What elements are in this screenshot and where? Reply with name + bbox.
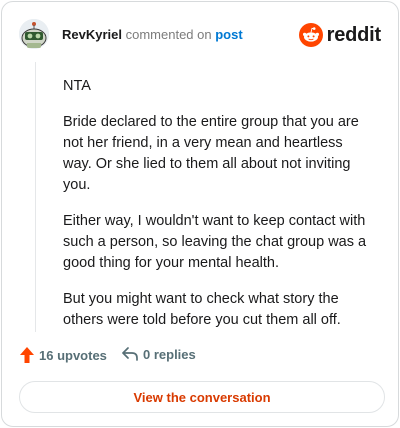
reply-arrow-icon bbox=[122, 347, 138, 361]
view-conversation-button[interactable]: View the conversation bbox=[19, 381, 385, 413]
upvote-button[interactable]: 16 upvotes bbox=[19, 346, 107, 364]
action-text: commented on bbox=[125, 27, 212, 42]
reply-button[interactable]: 0 replies bbox=[121, 346, 196, 362]
username-link[interactable]: RevKyriel bbox=[62, 27, 122, 42]
upvote-count: 16 upvotes bbox=[39, 347, 107, 363]
reddit-logo[interactable]: reddit bbox=[298, 22, 382, 48]
comment-paragraph: NTA bbox=[63, 78, 91, 94]
post-link[interactable]: post bbox=[215, 27, 242, 42]
avatar[interactable] bbox=[19, 19, 49, 49]
reply-count: 0 replies bbox=[143, 346, 196, 362]
comment-body: NTA Bride declared to the entire group t… bbox=[63, 76, 373, 346]
comment-header: RevKyriel commented on post reddit bbox=[19, 19, 381, 51]
comment-card: RevKyriel commented on post reddit NTA B… bbox=[1, 1, 399, 427]
reddit-wordmark: reddit bbox=[326, 23, 382, 46]
comment-paragraph: Either way, I wouldn't want to keep cont… bbox=[63, 213, 367, 271]
thread-line bbox=[35, 62, 36, 332]
comment-paragraph: But you might want to check what story t… bbox=[63, 291, 341, 328]
reddit-logo-icon bbox=[298, 23, 323, 47]
comment-paragraph: Bride declared to the entire group that … bbox=[63, 114, 359, 193]
comment-meta: RevKyriel commented on post bbox=[62, 27, 243, 43]
avatar-icon bbox=[19, 19, 49, 49]
upvote-arrow-icon bbox=[20, 347, 34, 363]
